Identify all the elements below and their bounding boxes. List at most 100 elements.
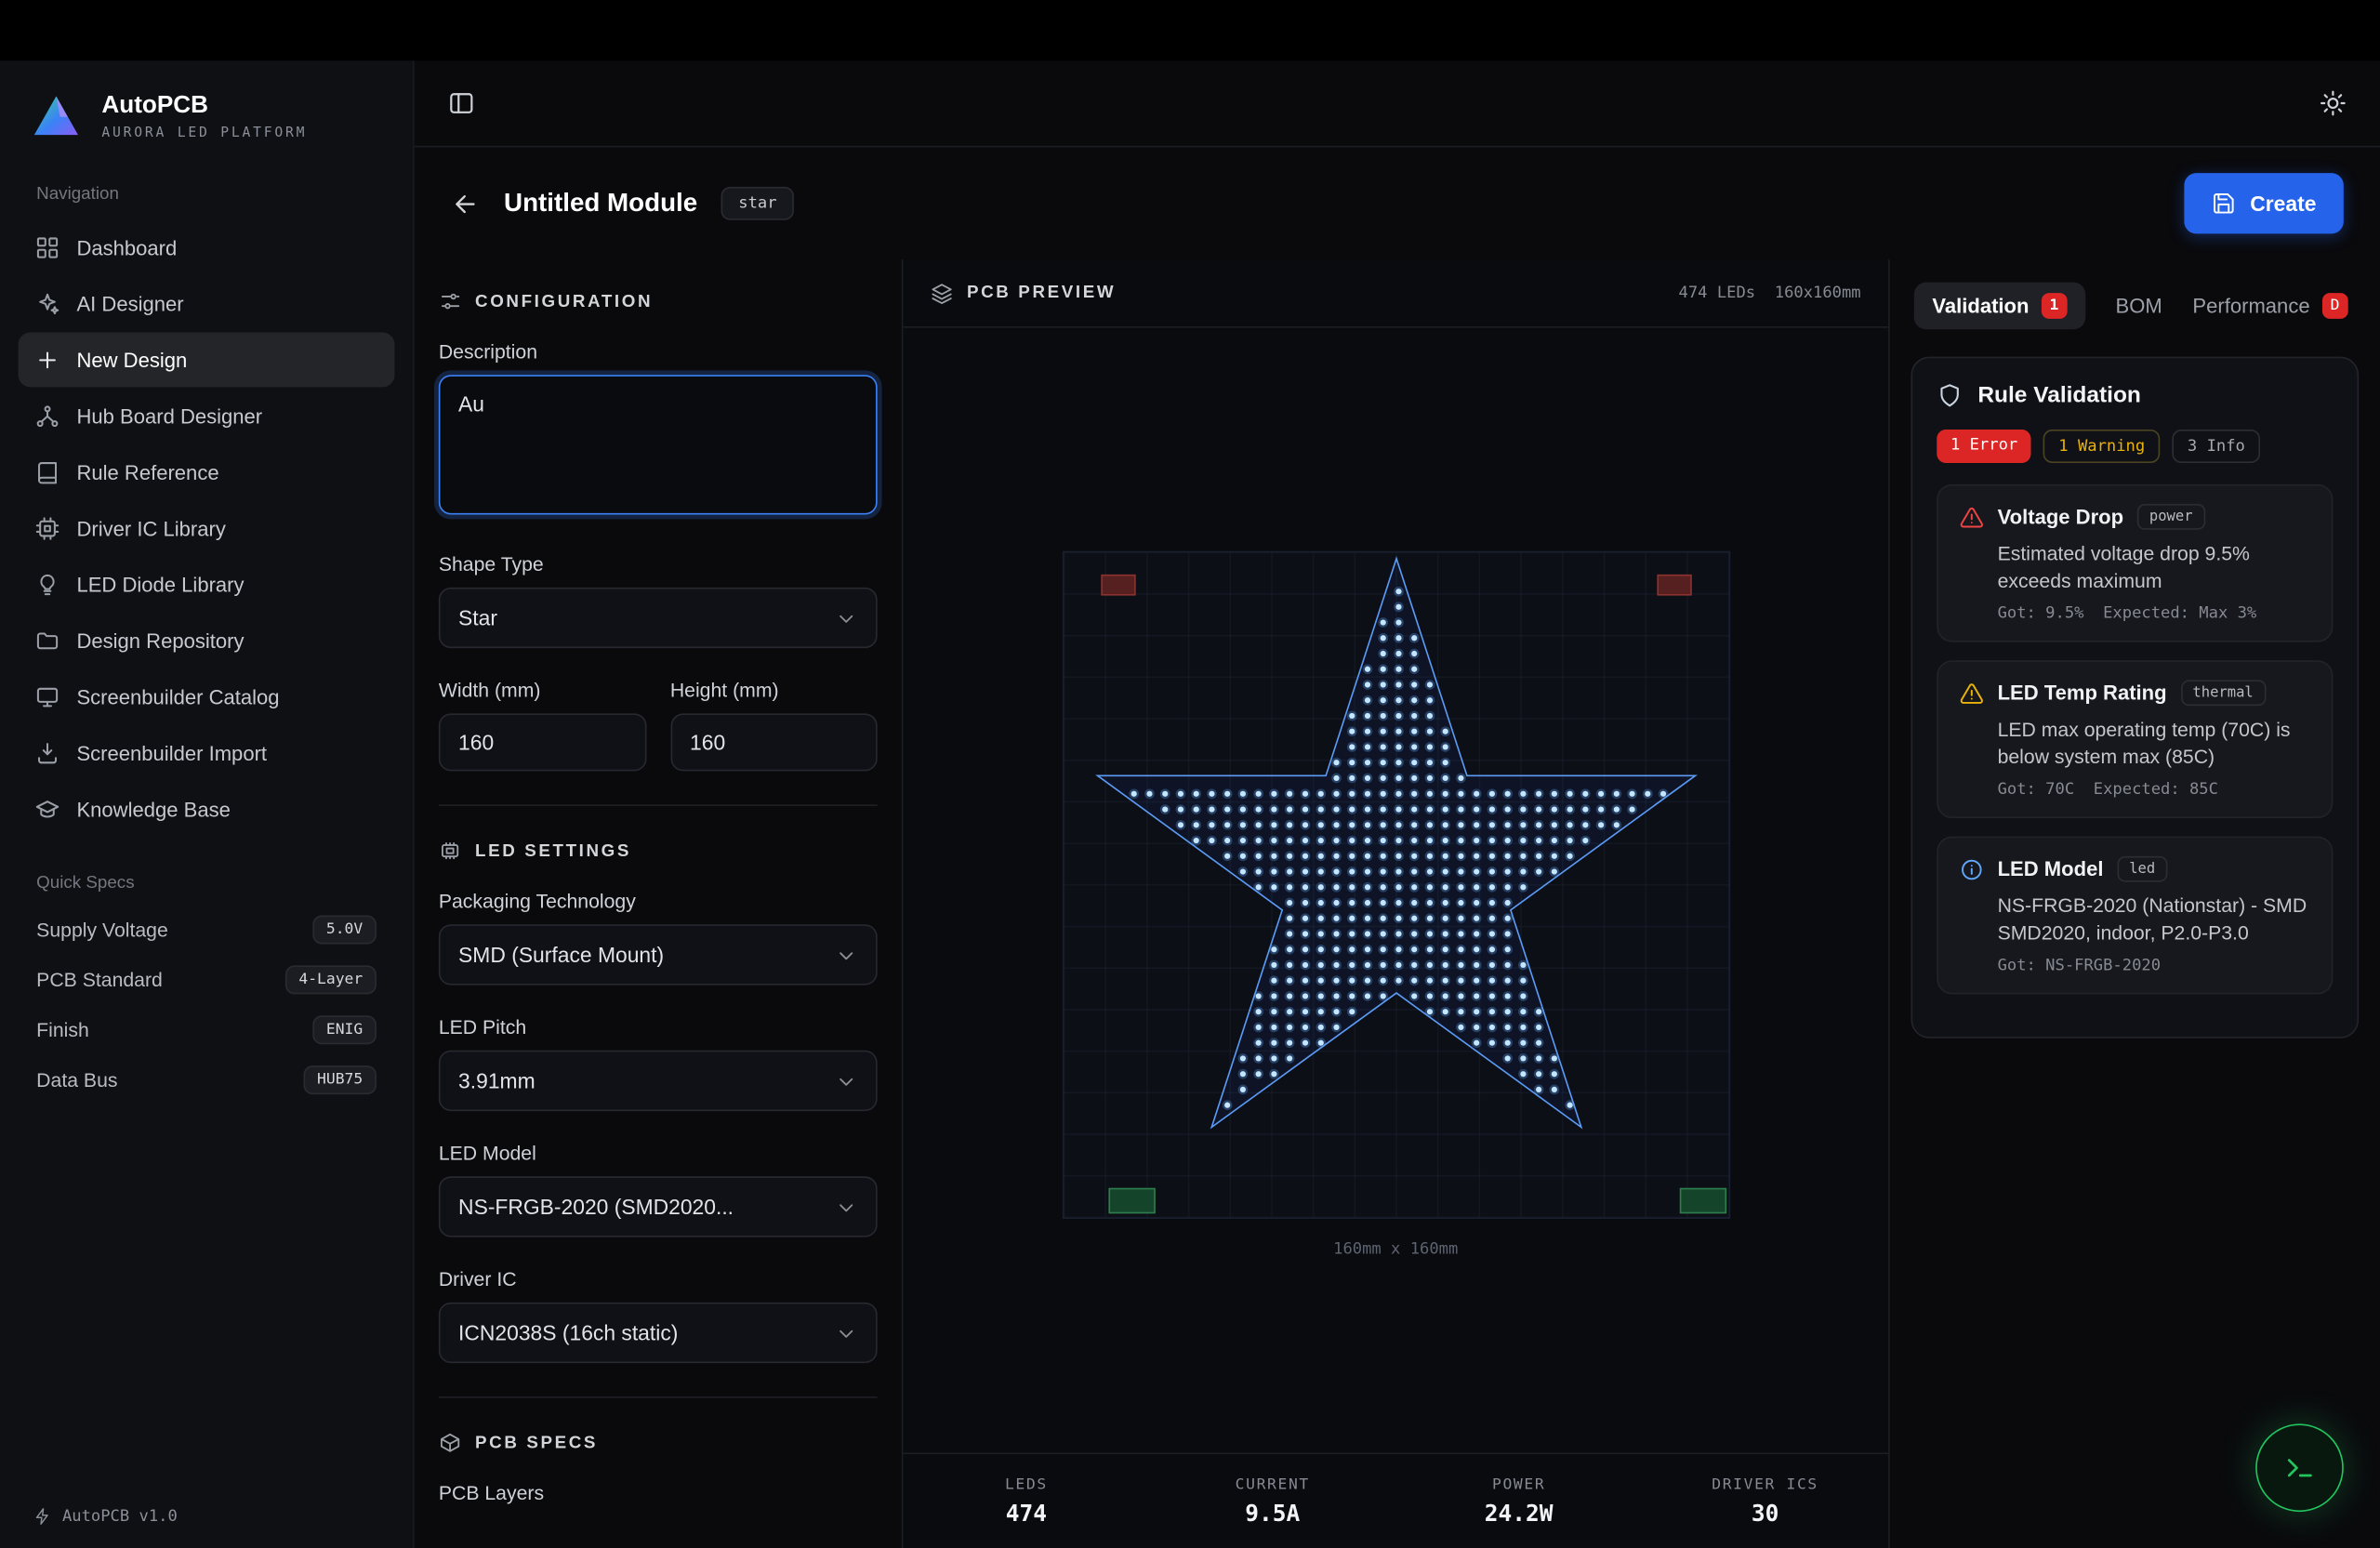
summary-pill-error: 1 Error [1937,430,2031,463]
sidebar-nav: DashboardAI DesignerNew DesignHub Board … [0,218,413,838]
sidebar-item-driver-ic-library[interactable]: Driver IC Library [19,501,395,556]
logo-icon [31,91,83,143]
sidebar-item-ai-designer[interactable]: AI Designer [19,276,395,331]
quick-spec-row: Data BusHUB75 [0,1055,413,1105]
tab-badge: 1 [2042,293,2068,319]
pcb-layers-label: PCB Layers [439,1481,878,1503]
rule-validation-header: Rule Validation [1937,382,2333,408]
tab-validation[interactable]: Validation1 [1914,283,2085,330]
shield-icon [1937,382,1963,408]
size-fields: Width (mm) Height (mm) [439,679,878,772]
quick-spec-label: PCB Standard [36,969,163,991]
stat-label: LEDS [903,1476,1149,1493]
shape-type-label: Shape Type [439,552,878,575]
save-icon [2212,192,2236,216]
divider [439,804,878,806]
chevron-down-icon [835,606,857,628]
quick-specs-label: Quick Specs [0,874,413,893]
book-icon [35,459,60,484]
quick-specs-list: Supply Voltage5.0VPCB Standard4-LayerFin… [0,905,413,1105]
preview-header: PCB PREVIEW 474 LEDs 160x160mm [903,259,1888,327]
validation-tabs: Validation1 BOM Performance D [1890,259,2380,329]
quick-spec-row: FinishENIG [0,1005,413,1055]
height-input[interactable] [670,713,878,771]
pcb-specs-title: PCB SPECS [475,1434,598,1452]
sidebar-toggle-icon[interactable] [448,89,475,116]
led-settings-title: LED SETTINGS [475,841,631,860]
sidebar-item-new-design[interactable]: New Design [19,333,395,388]
alert-icon [1960,505,1984,529]
packaging-label: Packaging Technology [439,890,878,912]
stat-label: CURRENT [1149,1476,1395,1493]
sidebar-item-led-diode-library[interactable]: LED Diode Library [19,557,395,612]
preview-canvas[interactable]: 160mm x 160mm [903,328,1888,1453]
configuration-panel: CONFIGURATION Description Au Shape Type … [415,259,904,1548]
sidebar-item-knowledge-base[interactable]: Knowledge Base [19,782,395,837]
validation-card: LED ModelledNS-FRGB-2020 (Nationstar) - … [1937,837,2333,995]
main-area: Untitled Module star Create CONFIGURATIO… [415,60,2380,1548]
validation-card-head: LED Temp Ratingthermal [1960,681,2310,707]
led-model-field: LED Model NS-FRGB-2020 (SMD2020... [439,1142,878,1237]
sidebar-item-design-repository[interactable]: Design Repository [19,614,395,668]
plus-icon [35,347,60,372]
sidebar-item-label: Screenbuilder Import [76,742,267,764]
school-icon [35,797,60,822]
quick-spec-label: Supply Voltage [36,919,168,941]
validation-card-head: LED Model led [1960,856,2310,882]
sidebar-item-label: LED Diode Library [76,573,244,595]
sidebar: AutoPCB AURORA LED PLATFORM Navigation D… [0,60,415,1548]
width-field: Width (mm) [439,679,646,772]
preview-stats: LEDS474CURRENT9.5APOWER24.2WDRIVER ICS30 [903,1452,1888,1548]
sidebar-item-rule-reference[interactable]: Rule Reference [19,444,395,499]
back-button[interactable] [451,189,480,218]
validation-list: Voltage Drop power Estimated voltage drop … [1937,484,2333,995]
create-button[interactable]: Create [2185,173,2344,233]
quick-spec-label: Finish [36,1019,89,1041]
validation-title: Voltage Drop [1998,506,2124,528]
validation-tag: led [2117,856,2167,882]
sidebar-item-screenbuilder-import[interactable]: Screenbuilder Import [19,725,395,780]
height-label: Height (mm) [670,679,878,701]
chip-icon [439,840,461,862]
validation-title: LED Model [1998,858,2104,880]
app-logo: AutoPCB AURORA LED PLATFORM [0,60,413,179]
sidebar-item-label: Design Repository [76,629,244,652]
description-input[interactable]: Au [439,375,878,514]
sidebar-item-screenbuilder-catalog[interactable]: Screenbuilder Catalog [19,669,395,724]
theme-toggle-icon[interactable] [2320,89,2347,116]
shape-type-select[interactable]: Star [439,588,878,648]
tab-badge: D [2322,293,2348,319]
tab-performance[interactable]: Performance D [2192,293,2347,319]
viewport: AutoPCB AURORA LED PLATFORM Navigation D… [0,0,2380,1548]
sidebar-item-dashboard[interactable]: Dashboard [19,220,395,275]
led-pitch-select[interactable]: 3.91mm [439,1051,878,1111]
zap-icon [33,1507,52,1526]
pcb-board [1062,551,1729,1219]
terminal-button[interactable] [2255,1423,2344,1512]
tab-label: Performance [2192,295,2309,317]
packaging-value: SMD (Surface Mount) [458,943,664,967]
preview-title: PCB PREVIEW [967,284,1116,302]
sidebar-item-label: Driver IC Library [76,517,225,539]
led-model-select[interactable]: NS-FRGB-2020 (SMD2020... [439,1176,878,1237]
configuration-header: CONFIGURATION [439,290,878,312]
shape-type-field: Shape Type Star [439,552,878,648]
driver-ic-select[interactable]: ICN2038S (16ch static) [439,1303,878,1363]
stat-current: CURRENT 9.5A [1149,1476,1395,1527]
tab-bom[interactable]: BOM [2116,295,2162,317]
validation-message: Estimated voltage drop 9.5% exceeds maxi… [1998,540,2310,593]
bulb-icon [35,572,60,597]
validation-tag: power [2137,504,2205,530]
sidebar-item-hub-board-designer[interactable]: Hub Board Designer [19,389,395,443]
preview-meta: 474 LEDs 160x160mm [1679,284,1861,302]
validation-card: LED Temp RatingthermalLED max operating … [1937,660,2333,818]
quick-spec-value: 4-Layer [285,965,377,994]
info-icon [1960,857,1984,881]
quick-spec-value: HUB75 [303,1065,377,1094]
logo-text: AutoPCB AURORA LED PLATFORM [101,93,307,141]
stat-value: 9.5A [1149,1499,1395,1526]
packaging-select[interactable]: SMD (Surface Mount) [439,924,878,985]
pcb-preview-panel: PCB PREVIEW 474 LEDs 160x160mm 160mm x 1… [903,259,1889,1548]
validation-title: LED Temp Rating [1998,681,2167,704]
width-input[interactable] [439,713,646,771]
